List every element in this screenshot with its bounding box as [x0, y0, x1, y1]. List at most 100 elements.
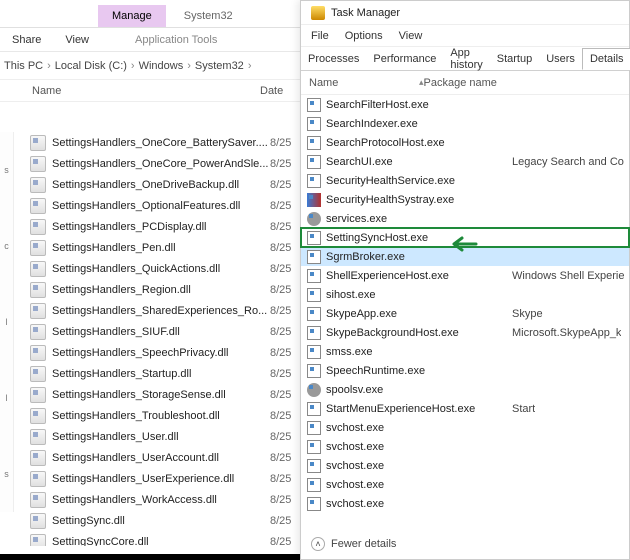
- task-manager-icon: [311, 6, 325, 20]
- file-row[interactable]: SettingsHandlers_UserExperience.dll8/25: [0, 468, 303, 489]
- file-icon: [30, 513, 46, 529]
- file-row[interactable]: SettingsHandlers_User.dll8/25: [0, 426, 303, 447]
- file-row[interactable]: SettingsHandlers_SharedExperiences_Ro...…: [0, 300, 303, 321]
- file-icon: [30, 408, 46, 424]
- process-name: sihost.exe: [326, 289, 512, 301]
- file-date: 8/25: [270, 179, 291, 191]
- column-package[interactable]: Package name: [424, 77, 497, 89]
- process-row[interactable]: SecurityHealthService.exe: [301, 171, 629, 190]
- breadcrumb-segment[interactable]: This PC: [4, 60, 43, 72]
- file-name: SettingsHandlers_OneDriveBackup.dll: [52, 179, 270, 191]
- process-icon: [307, 193, 321, 207]
- process-icon: [307, 250, 321, 264]
- cmd-view[interactable]: View: [53, 30, 101, 50]
- breadcrumb-separator-icon: ›: [187, 60, 191, 72]
- file-row[interactable]: SettingsHandlers_Startup.dll8/25: [0, 363, 303, 384]
- task-manager-column-headers[interactable]: Name ▴ Package name: [301, 71, 629, 95]
- explorer-file-list[interactable]: SettingsHandlers_OneCore_BatterySaver...…: [0, 132, 303, 546]
- file-row[interactable]: SettingsHandlers_StorageSense.dll8/25: [0, 384, 303, 405]
- menu-view[interactable]: View: [399, 30, 423, 42]
- breadcrumb-segment[interactable]: System32: [195, 60, 244, 72]
- process-row[interactable]: SkypeBackgroundHost.exeMicrosoft.SkypeAp…: [301, 323, 629, 342]
- ribbon-tab-manage[interactable]: Manage: [98, 5, 166, 27]
- process-row[interactable]: smss.exe: [301, 342, 629, 361]
- ribbon-tabs: Manage System32: [0, 0, 303, 28]
- process-name: SearchUI.exe: [326, 156, 512, 168]
- process-name: SkypeBackgroundHost.exe: [326, 327, 512, 339]
- menu-file[interactable]: File: [311, 30, 329, 42]
- process-row[interactable]: ShellExperienceHost.exeWindows Shell Exp…: [301, 266, 629, 285]
- process-package: Start: [512, 403, 535, 415]
- file-row[interactable]: SettingsHandlers_SIUF.dll8/25: [0, 321, 303, 342]
- column-name[interactable]: Name: [32, 85, 260, 97]
- file-row[interactable]: SettingsHandlers_SpeechPrivacy.dll8/25: [0, 342, 303, 363]
- process-row[interactable]: SearchIndexer.exe: [301, 114, 629, 133]
- process-row[interactable]: SearchFilterHost.exe: [301, 95, 629, 114]
- process-row[interactable]: svchost.exe: [301, 456, 629, 475]
- task-manager-process-list[interactable]: SearchFilterHost.exeSearchIndexer.exeSea…: [301, 95, 629, 527]
- file-row[interactable]: SettingsHandlers_Pen.dll8/25: [0, 237, 303, 258]
- file-row[interactable]: SettingsHandlers_OneCore_BatterySaver...…: [0, 132, 303, 153]
- task-manager-titlebar[interactable]: Task Manager: [301, 1, 629, 25]
- process-row[interactable]: spoolsv.exe: [301, 380, 629, 399]
- process-package: Skype: [512, 308, 543, 320]
- file-date: 8/25: [270, 221, 291, 233]
- process-row[interactable]: StartMenuExperienceHost.exeStart: [301, 399, 629, 418]
- tab-details[interactable]: Details: [582, 48, 630, 70]
- tab-performance[interactable]: Performance: [366, 49, 443, 69]
- process-row[interactable]: sihost.exe: [301, 285, 629, 304]
- cmd-application-tools[interactable]: Application Tools: [123, 30, 229, 50]
- menu-options[interactable]: Options: [345, 30, 383, 42]
- file-row[interactable]: SettingSyncCore.dll8/25: [0, 531, 303, 546]
- file-row[interactable]: SettingsHandlers_UserAccount.dll8/25: [0, 447, 303, 468]
- process-icon: [307, 459, 321, 473]
- process-row[interactable]: services.exe: [301, 209, 629, 228]
- breadcrumb-segment[interactable]: Local Disk (C:): [55, 60, 127, 72]
- file-icon: [30, 198, 46, 214]
- process-name: SecurityHealthSystray.exe: [326, 194, 512, 206]
- file-icon: [30, 492, 46, 508]
- file-name: SettingsHandlers_OneCore_BatterySaver...…: [52, 137, 270, 149]
- process-row[interactable]: svchost.exe: [301, 418, 629, 437]
- column-date[interactable]: Date: [260, 85, 283, 97]
- breadcrumb[interactable]: This PC›Local Disk (C:)›Windows›System32…: [0, 52, 303, 80]
- process-icon: [307, 269, 321, 283]
- breadcrumb-segment[interactable]: Windows: [139, 60, 184, 72]
- file-row[interactable]: SettingsHandlers_OptionalFeatures.dll8/2…: [0, 195, 303, 216]
- tab-app-history[interactable]: App history: [443, 43, 489, 75]
- process-row[interactable]: SecurityHealthSystray.exe: [301, 190, 629, 209]
- process-icon: [307, 174, 321, 188]
- file-icon: [30, 471, 46, 487]
- explorer-column-headers[interactable]: Name Date: [0, 80, 303, 102]
- tab-users[interactable]: Users: [539, 49, 582, 69]
- file-row[interactable]: SettingsHandlers_QuickActions.dll8/25: [0, 258, 303, 279]
- file-name: SettingsHandlers_Pen.dll: [52, 242, 270, 254]
- process-row[interactable]: svchost.exe: [301, 494, 629, 513]
- process-row[interactable]: SearchProtocolHost.exe: [301, 133, 629, 152]
- tab-startup[interactable]: Startup: [490, 49, 539, 69]
- process-icon: [307, 307, 321, 321]
- process-icon: [307, 155, 321, 169]
- cmd-share[interactable]: Share: [0, 30, 53, 50]
- process-row[interactable]: svchost.exe: [301, 437, 629, 456]
- process-row[interactable]: SkypeApp.exeSkype: [301, 304, 629, 323]
- fewer-details-toggle[interactable]: ˄ Fewer details: [311, 537, 396, 551]
- process-row[interactable]: svchost.exe: [301, 475, 629, 494]
- process-package: Microsoft.SkypeApp_k: [512, 327, 621, 339]
- file-row[interactable]: SettingsHandlers_Troubleshoot.dll8/25: [0, 405, 303, 426]
- file-row[interactable]: SettingSync.dll8/25: [0, 510, 303, 531]
- process-name: StartMenuExperienceHost.exe: [326, 403, 512, 415]
- process-icon: [307, 497, 321, 511]
- file-row[interactable]: SettingsHandlers_OneDriveBackup.dll8/25: [0, 174, 303, 195]
- file-row[interactable]: SettingsHandlers_WorkAccess.dll8/25: [0, 489, 303, 510]
- file-row[interactable]: SettingsHandlers_OneCore_PowerAndSle...8…: [0, 153, 303, 174]
- process-icon: [307, 478, 321, 492]
- ribbon-commands: Share View Application Tools: [0, 28, 303, 52]
- file-name: SettingsHandlers_User.dll: [52, 431, 270, 443]
- process-row[interactable]: SpeechRuntime.exe: [301, 361, 629, 380]
- process-row[interactable]: SearchUI.exeLegacy Search and Co: [301, 152, 629, 171]
- file-row[interactable]: SettingsHandlers_Region.dll8/25: [0, 279, 303, 300]
- tab-processes[interactable]: Processes: [301, 49, 366, 69]
- file-row[interactable]: SettingsHandlers_PCDisplay.dll8/25: [0, 216, 303, 237]
- ribbon-tab-system32[interactable]: System32: [170, 5, 247, 27]
